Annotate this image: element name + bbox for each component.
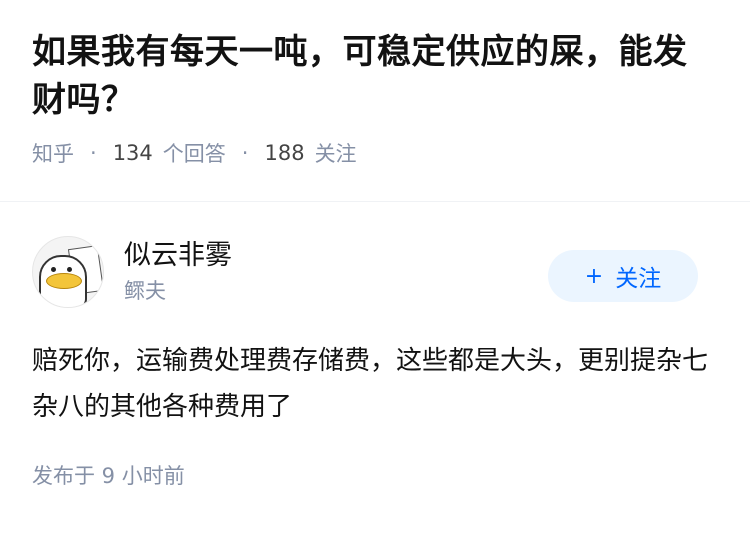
answer-timestamp: 发布于 9 小时前 [32, 464, 185, 488]
separator-dot: · [90, 141, 97, 165]
follow-label: 关注 [615, 266, 662, 292]
author-row: 似云非雾 鳏夫 + 关注 [32, 236, 718, 308]
answer-card: 似云非雾 鳏夫 + 关注 赔死你，运输费处理费存储费，这些都是大头，更别提杂七杂… [0, 202, 750, 490]
question-header: 如果我有每天一吨，可稳定供应的屎，能发财吗？ 知乎 · 134 个回答 · 18… [0, 0, 750, 173]
source-label[interactable]: 知乎 [32, 138, 74, 168]
answer-content[interactable]: 赔死你，运输费处理费存储费，这些都是大头，更别提杂七杂八的其他各种费用了 [32, 338, 712, 430]
follower-count-label[interactable]: 关注 [315, 138, 357, 168]
answer-count: 134 [112, 141, 153, 165]
question-meta: 知乎 · 134 个回答 · 188 关注 [32, 138, 718, 168]
question-title[interactable]: 如果我有每天一吨，可稳定供应的屎，能发财吗？ [32, 28, 718, 124]
follow-button[interactable]: + 关注 [548, 250, 698, 302]
eye-icon [67, 267, 72, 272]
author-headline: 鳏夫 [124, 279, 166, 303]
follower-count: 188 [264, 141, 305, 165]
author-info: 似云非雾 鳏夫 [124, 238, 232, 306]
plus-icon: + [584, 263, 604, 289]
beak-icon [46, 273, 82, 289]
avatar[interactable] [32, 236, 104, 308]
eye-icon [51, 267, 56, 272]
author-name[interactable]: 似云非雾 [124, 238, 232, 274]
separator-dot: · [241, 141, 249, 165]
answer-count-label[interactable]: 个回答 [163, 138, 226, 168]
